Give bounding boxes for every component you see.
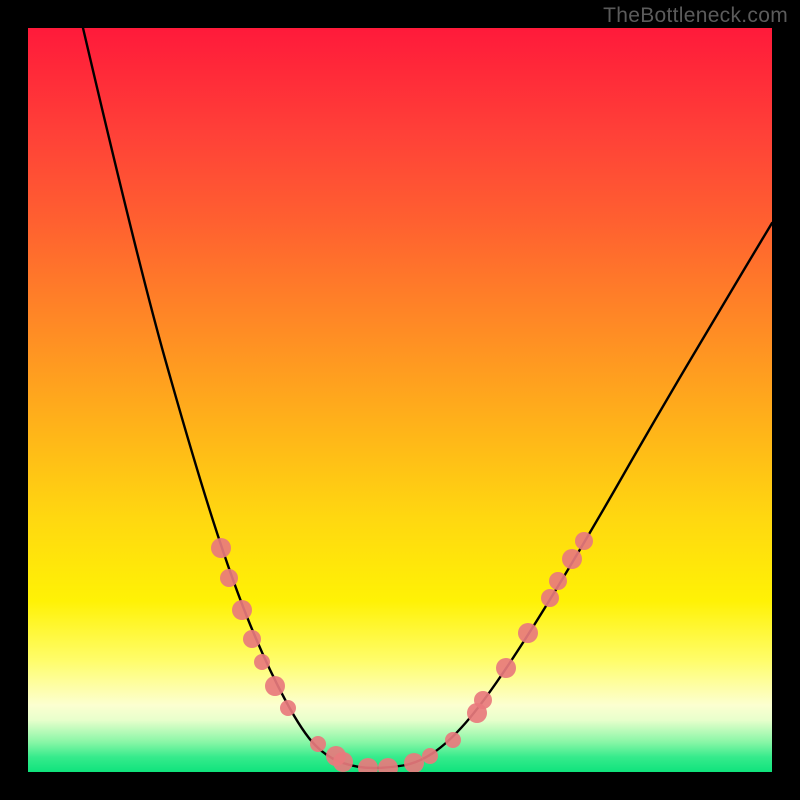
data-point <box>211 538 231 558</box>
data-point <box>358 758 378 772</box>
data-point <box>445 732 461 748</box>
plot-area <box>28 28 772 772</box>
curve-layer <box>28 28 772 772</box>
data-point <box>333 752 353 772</box>
scatter-points <box>211 532 593 772</box>
data-point <box>243 630 261 648</box>
data-point <box>496 658 516 678</box>
bottleneck-curve <box>83 28 772 768</box>
data-point <box>562 549 582 569</box>
data-point <box>518 623 538 643</box>
chart-frame: TheBottleneck.com <box>0 0 800 800</box>
data-point <box>378 758 398 772</box>
data-point <box>310 736 326 752</box>
watermark-text: TheBottleneck.com <box>603 4 788 28</box>
data-point <box>280 700 296 716</box>
data-point <box>232 600 252 620</box>
data-point <box>422 748 438 764</box>
data-point <box>474 691 492 709</box>
data-point <box>404 753 424 772</box>
data-point <box>265 676 285 696</box>
data-point <box>541 589 559 607</box>
data-point <box>549 572 567 590</box>
data-point <box>220 569 238 587</box>
data-point <box>254 654 270 670</box>
data-point <box>575 532 593 550</box>
